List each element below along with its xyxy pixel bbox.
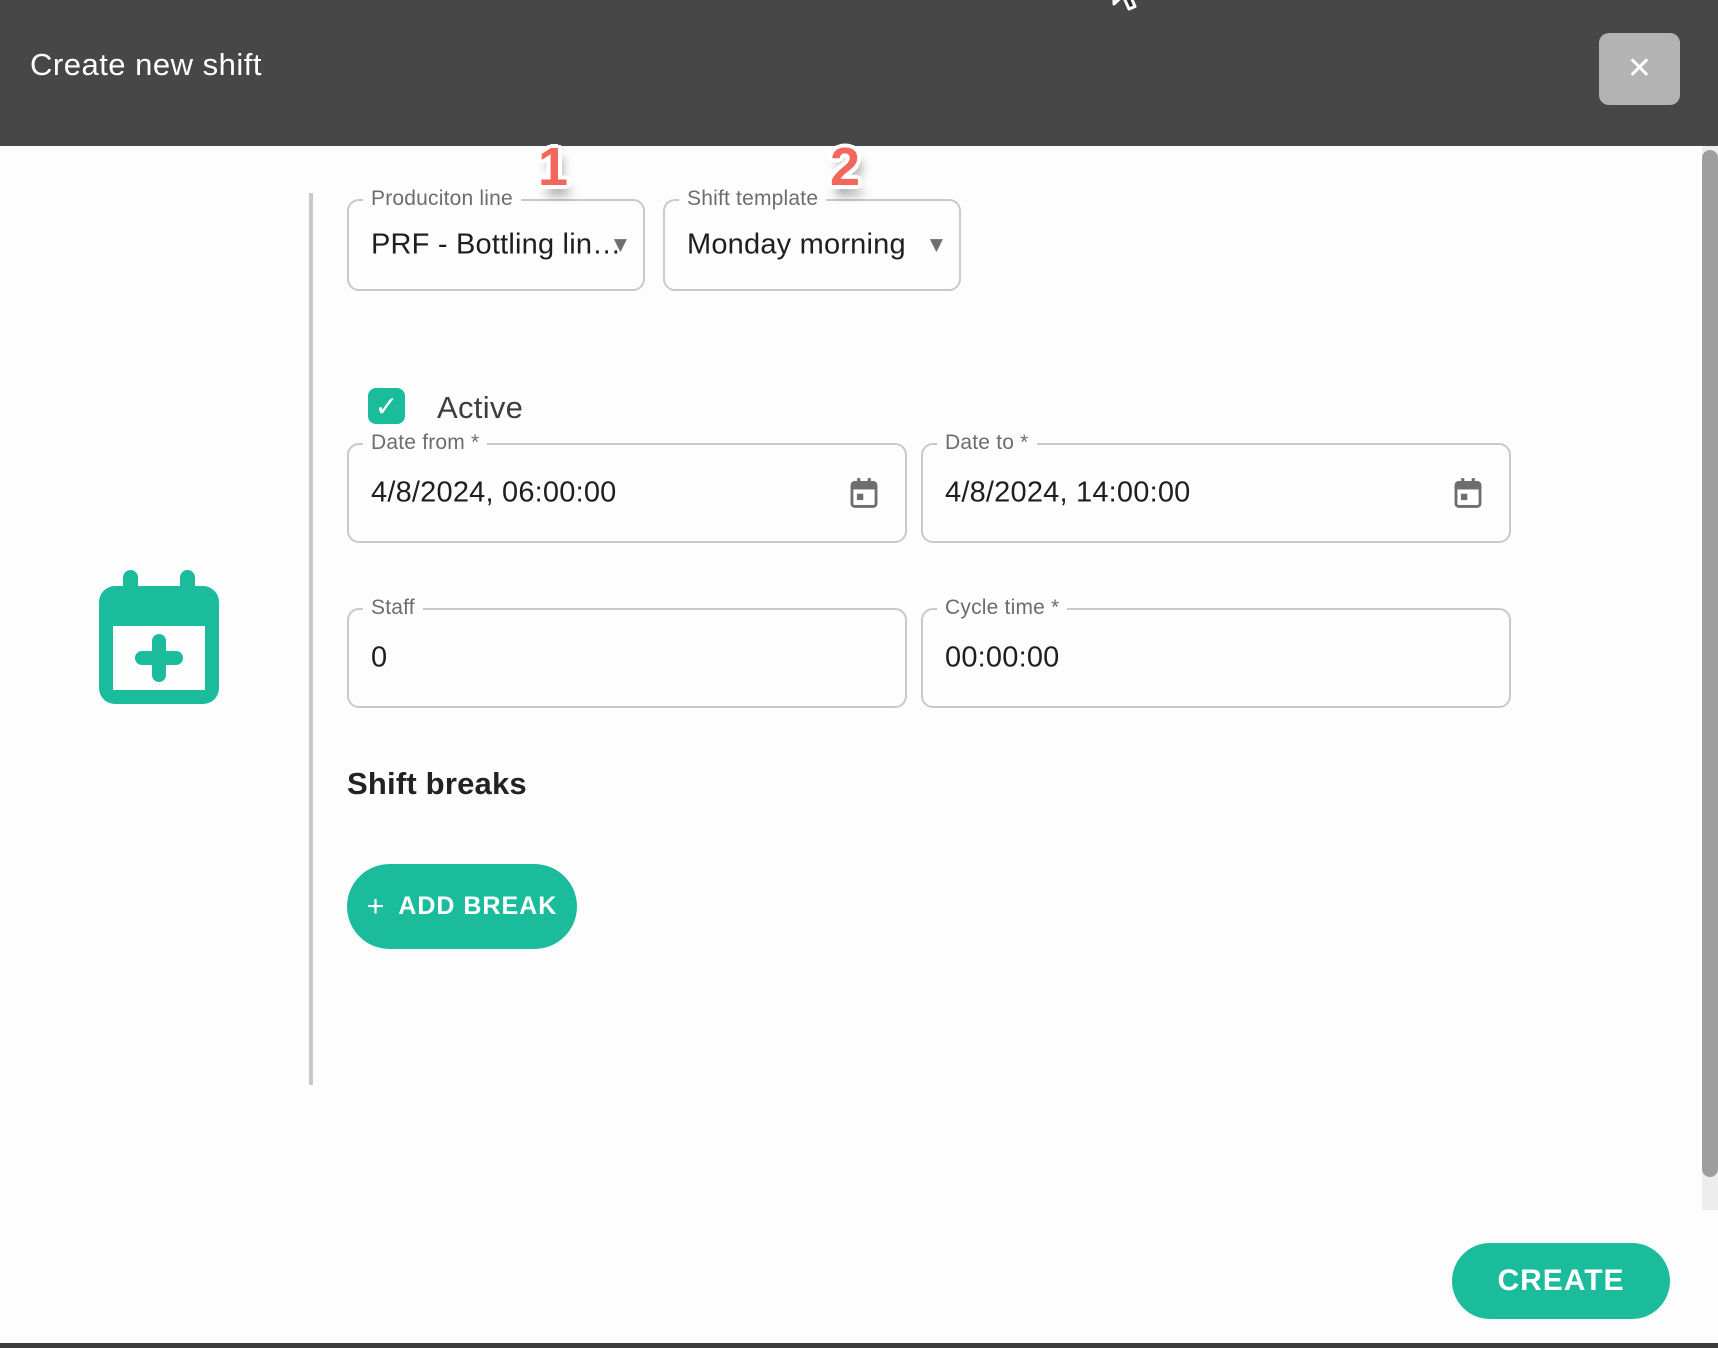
calendar-plus-icon bbox=[99, 570, 219, 704]
page-title: Create new shift bbox=[30, 47, 262, 83]
add-break-label: ADD BREAK bbox=[398, 892, 557, 921]
close-icon: ✕ bbox=[1627, 51, 1652, 86]
cycle-time-label: Cycle time * bbox=[937, 596, 1067, 620]
staff-label: Staff bbox=[363, 596, 423, 620]
date-from-label: Date from * bbox=[363, 431, 487, 455]
dialog-header: Create new shift ✕ bbox=[0, 0, 1718, 146]
active-checkbox[interactable]: ✓ bbox=[368, 388, 405, 424]
staff-value: 0 bbox=[371, 642, 387, 675]
mouse-cursor-icon bbox=[1108, 0, 1144, 14]
date-to-value: 4/8/2024, 14:00:00 bbox=[945, 477, 1190, 510]
cycle-time-input[interactable]: Cycle time * 00:00:00 bbox=[921, 608, 1511, 708]
shift-template-select[interactable]: Shift template Monday morning ▼ bbox=[663, 199, 961, 291]
chevron-down-icon[interactable]: ▼ bbox=[930, 235, 943, 255]
calendar-picker-icon[interactable] bbox=[847, 475, 881, 511]
date-to-label: Date to * bbox=[937, 431, 1037, 455]
active-checkbox-label: Active bbox=[437, 390, 523, 426]
calendar-picker-icon[interactable] bbox=[1451, 475, 1485, 511]
chevron-down-icon[interactable]: ▼ bbox=[614, 235, 627, 255]
close-button[interactable]: ✕ bbox=[1599, 33, 1680, 105]
annotation-marker-1: 1 bbox=[523, 136, 583, 198]
create-new-shift-dialog: Create new shift ✕ Produciton line PRF -… bbox=[0, 0, 1718, 1348]
shift-template-label: Shift template bbox=[679, 187, 826, 211]
date-from-input[interactable]: Date from * 4/8/2024, 06:00:00 bbox=[347, 443, 907, 543]
plus-icon: + bbox=[367, 892, 385, 922]
annotation-marker-2: 2 bbox=[815, 136, 875, 198]
create-button[interactable]: CREATE bbox=[1452, 1243, 1670, 1319]
shift-template-value: Monday morning bbox=[687, 229, 906, 262]
production-line-label: Produciton line bbox=[363, 187, 521, 211]
shift-breaks-heading: Shift breaks bbox=[347, 766, 527, 802]
staff-input[interactable]: Staff 0 bbox=[347, 608, 907, 708]
checkbox-check-icon: ✓ bbox=[375, 390, 398, 423]
cycle-time-value: 00:00:00 bbox=[945, 642, 1060, 675]
production-line-select[interactable]: Produciton line PRF - Bottling lin… ▼ bbox=[347, 199, 645, 291]
date-from-value: 4/8/2024, 06:00:00 bbox=[371, 477, 616, 510]
bottom-window-edge bbox=[0, 1343, 1718, 1348]
date-to-input[interactable]: Date to * 4/8/2024, 14:00:00 bbox=[921, 443, 1511, 543]
vertical-divider bbox=[309, 193, 313, 1085]
scrollbar-thumb[interactable] bbox=[1702, 150, 1718, 1177]
production-line-value: PRF - Bottling lin… bbox=[371, 229, 621, 262]
add-break-button[interactable]: + ADD BREAK bbox=[347, 864, 577, 949]
